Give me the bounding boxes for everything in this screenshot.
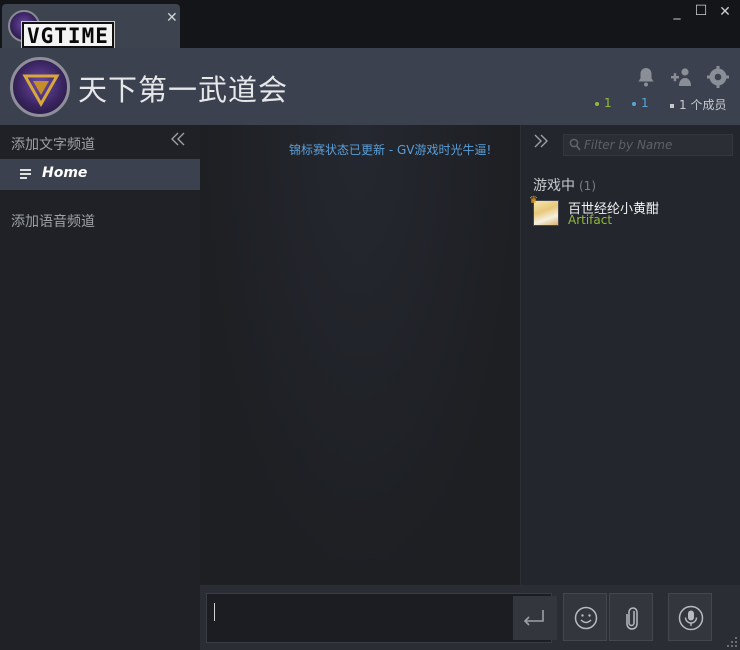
member-row[interactable]: ♛ 百世经纶小黄酣 Artifact bbox=[529, 195, 733, 229]
ingame-count-stat: 1 bbox=[595, 96, 612, 110]
add-voice-channel[interactable]: 添加语音频道 bbox=[11, 211, 95, 231]
member-list-panel: 游戏中(1) ♛ 百世经纶小黄酣 Artifact bbox=[520, 125, 740, 585]
artifact-logo-icon bbox=[22, 74, 60, 108]
member-filter-input[interactable] bbox=[584, 136, 730, 154]
tab-close-icon[interactable]: ✕ bbox=[166, 10, 178, 26]
smiley-icon bbox=[574, 606, 598, 630]
member-game-status: Artifact bbox=[568, 213, 613, 227]
attach-button[interactable] bbox=[609, 593, 653, 641]
bell-icon[interactable] bbox=[634, 65, 658, 89]
minimize-button[interactable]: _ bbox=[668, 4, 686, 20]
ingame-dot bbox=[595, 101, 599, 106]
ingame-section-heading: 游戏中 (1) bbox=[533, 178, 596, 194]
paperclip-icon bbox=[626, 607, 638, 630]
message-box[interactable] bbox=[206, 593, 557, 643]
message-input-bar bbox=[200, 585, 740, 650]
send-button[interactable] bbox=[513, 596, 557, 640]
member-count-stat: 1 个成员 bbox=[670, 96, 726, 113]
enter-icon bbox=[523, 610, 544, 626]
member-dot bbox=[670, 103, 674, 108]
member-filter[interactable] bbox=[563, 134, 733, 156]
vgtime-watermark-logo: VGTIME bbox=[22, 22, 114, 48]
owner-crown-icon: ♛ bbox=[529, 195, 538, 206]
resize-grip-icon[interactable] bbox=[726, 636, 738, 648]
channel-sidebar: 添加文字频道 Home 添加语音频道 bbox=[0, 125, 200, 650]
group-header: 天下第一武道会 1 1 1 个成员 bbox=[0, 48, 740, 125]
emoticon-button[interactable] bbox=[563, 593, 607, 641]
settings-gear-icon[interactable] bbox=[706, 65, 730, 89]
chat-area[interactable]: 锦标赛状态已更新 - GV游戏时光牛逼! bbox=[200, 125, 520, 585]
add-text-channel[interactable]: 添加文字频道 bbox=[11, 134, 95, 154]
search-icon bbox=[569, 138, 581, 151]
voice-chat-button[interactable] bbox=[668, 593, 712, 641]
expand-members-icon[interactable] bbox=[533, 133, 549, 149]
title-bar: VGTIME ✕ _ ☐ ✕ bbox=[0, 0, 740, 48]
text-channel-icon bbox=[20, 169, 31, 181]
maximize-button[interactable]: ☐ bbox=[692, 3, 710, 19]
online-count-stat: 1 bbox=[632, 96, 649, 110]
channel-home-label: Home bbox=[42, 165, 88, 181]
microphone-icon bbox=[678, 605, 704, 631]
group-title: 天下第一武道会 bbox=[78, 73, 289, 107]
tournament-update-message[interactable]: 锦标赛状态已更新 - GV游戏时光牛逼! bbox=[289, 141, 491, 158]
collapse-sidebar-icon[interactable] bbox=[170, 131, 186, 147]
window-close-button[interactable]: ✕ bbox=[716, 4, 734, 20]
text-caret bbox=[214, 603, 215, 621]
online-dot bbox=[632, 101, 636, 106]
add-friend-icon[interactable] bbox=[670, 65, 694, 89]
channel-home[interactable]: Home bbox=[0, 159, 200, 190]
group-avatar[interactable] bbox=[10, 57, 70, 117]
message-input[interactable] bbox=[213, 600, 503, 636]
chat-tab[interactable]: VGTIME ✕ bbox=[2, 4, 180, 48]
